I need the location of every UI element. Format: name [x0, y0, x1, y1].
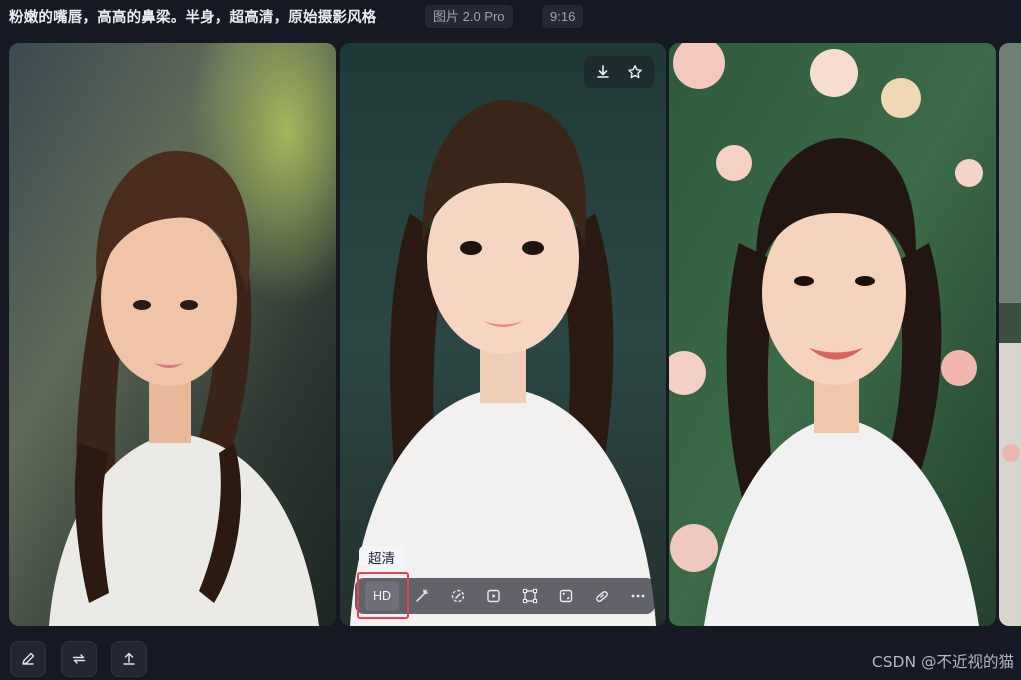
image-gallery: 超清 HD: [0, 43, 1021, 626]
watermark: CSDN @不近视的猫: [871, 653, 1014, 671]
star-icon[interactable]: [620, 57, 650, 87]
bottom-action-bar: CSDN @不近视的猫: [0, 639, 1021, 680]
download-icon[interactable]: [588, 57, 618, 87]
portrait-photo-2: [340, 43, 666, 626]
regenerate-icon[interactable]: [61, 641, 97, 677]
video-add-icon[interactable]: [479, 581, 509, 611]
portrait-photo-4: [999, 43, 1021, 626]
crop-icon[interactable]: [551, 581, 581, 611]
image-card-1[interactable]: [9, 43, 336, 626]
eraser-icon[interactable]: [443, 581, 473, 611]
portrait-photo-1: [9, 43, 336, 626]
more-icon[interactable]: [623, 581, 653, 611]
image-card-4[interactable]: [999, 43, 1021, 626]
hd-tooltip: 超清: [359, 546, 404, 577]
upload-icon[interactable]: [111, 641, 147, 677]
image-top-actions: [584, 56, 654, 88]
brush-icon[interactable]: [587, 581, 617, 611]
magic-wand-icon[interactable]: [407, 581, 437, 611]
prompt-text: 粉嫩的嘴唇，高高的鼻梁。半身，超高清，原始摄影风格: [9, 10, 377, 26]
prompt-bar: 粉嫩的嘴唇，高高的鼻梁。半身，超高清，原始摄影风格 图片 2.0 Pro 9:1…: [0, 0, 1021, 36]
image-card-2[interactable]: 超清 HD: [340, 43, 666, 626]
edit-icon[interactable]: [10, 641, 46, 677]
model-chip[interactable]: 图片 2.0 Pro: [425, 5, 513, 28]
expand-frame-icon[interactable]: [515, 581, 545, 611]
ratio-chip[interactable]: 9:16: [542, 5, 584, 28]
hd-button-highlight: [357, 572, 409, 619]
image-card-3[interactable]: [669, 43, 996, 626]
portrait-photo-3: [669, 43, 996, 626]
